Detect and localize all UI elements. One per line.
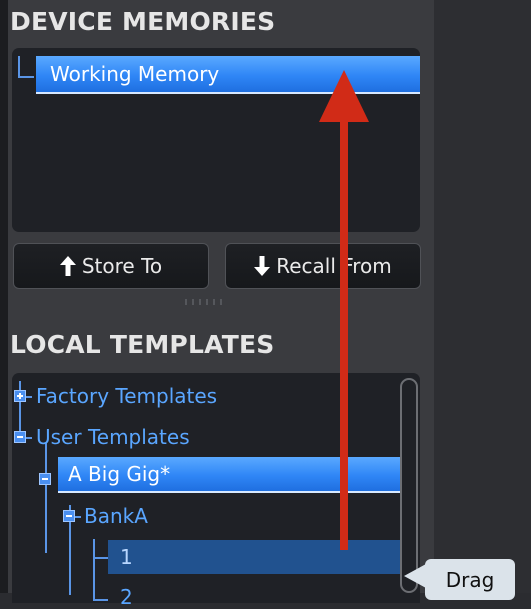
local-templates-title: LOCAL TEMPLATES — [10, 330, 275, 359]
tree-connector — [45, 443, 47, 553]
tree-item-factory-templates[interactable]: Factory Templates — [36, 384, 217, 408]
tree-connector — [26, 396, 32, 398]
drag-tooltip: Drag — [425, 559, 515, 600]
store-to-label: Store To — [81, 254, 163, 278]
main-canvas-area — [434, 0, 531, 593]
expand-plus-icon[interactable] — [14, 390, 26, 402]
device-memories-title: DEVICE MEMORIES — [10, 7, 276, 36]
tree-row-a-big-gig[interactable]: A Big Gig* — [58, 457, 400, 493]
tree-item-a-big-gig: A Big Gig* — [68, 462, 171, 486]
tree-connector — [18, 76, 34, 78]
tree-connector — [93, 557, 108, 559]
splitter-handle[interactable] — [185, 299, 245, 305]
collapse-minus-icon[interactable] — [14, 431, 26, 443]
collapse-minus-icon[interactable] — [63, 510, 75, 522]
recall-from-button[interactable]: Recall From — [225, 243, 421, 289]
tree-item-2[interactable]: 2 — [120, 585, 133, 609]
tree-row-1[interactable]: 1 — [108, 540, 400, 574]
tree-connector — [18, 56, 20, 78]
tooltip-pointer — [404, 564, 426, 588]
tree-item-banka[interactable]: BankA — [84, 504, 148, 528]
working-memory-label: Working Memory — [50, 62, 220, 86]
tree-connector — [75, 516, 81, 518]
drag-tooltip-text: Drag — [445, 567, 495, 592]
local-templates-tree[interactable]: Factory Templates User Templates A Big G… — [12, 373, 420, 609]
drag-arrow-shaft — [340, 110, 348, 550]
tree-connector — [93, 599, 108, 601]
tree-item-user-templates[interactable]: User Templates — [36, 425, 190, 449]
arrow-down-icon — [254, 256, 271, 276]
tree-item-1: 1 — [120, 545, 133, 569]
collapse-minus-icon[interactable] — [39, 473, 51, 485]
store-to-button[interactable]: Store To — [13, 243, 209, 289]
recall-from-label: Recall From — [276, 254, 392, 278]
tree-scrollbar[interactable] — [400, 378, 418, 593]
tree-connector — [26, 437, 32, 439]
panel-separator — [0, 0, 8, 593]
tree-connector — [93, 539, 95, 599]
arrow-up-icon — [59, 256, 76, 276]
drag-arrow-head — [319, 70, 369, 122]
